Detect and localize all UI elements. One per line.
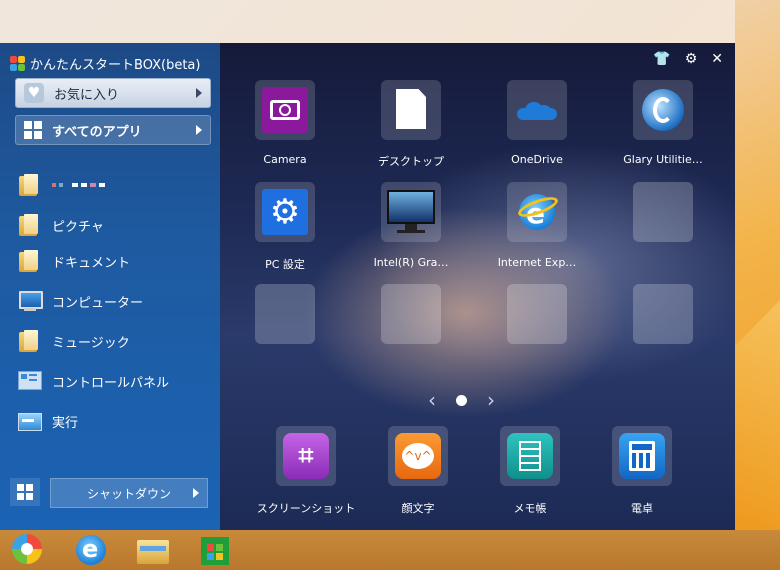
sidebar-item-computer[interactable]: コンピューター	[16, 287, 143, 315]
calculator-icon	[619, 433, 665, 479]
music-folder-icon	[16, 328, 42, 354]
empty-app-slot[interactable]	[381, 284, 441, 344]
dock-app-calculator[interactable]	[612, 426, 672, 486]
app-tile-desktop[interactable]	[381, 80, 441, 140]
cloud-icon	[517, 102, 557, 120]
app-label: Internet Exp…	[497, 256, 577, 269]
page-navigation: ‹ ›	[428, 388, 495, 412]
app-launcher-area: 👕 ⚙ ✕ Camera デスクトップ OneDrive Glary Utili…	[220, 43, 735, 530]
chevron-right-icon	[196, 125, 202, 135]
emoticon-icon: ^v^	[395, 433, 441, 479]
crop-icon: ⌗	[283, 433, 329, 479]
store-icon[interactable]	[198, 534, 232, 566]
empty-app-slot[interactable]	[633, 284, 693, 344]
all-apps-button[interactable]: すべてのアプリ	[15, 115, 211, 145]
close-icon[interactable]: ✕	[711, 51, 723, 67]
dock-app-emoticon[interactable]: ^v^	[388, 426, 448, 486]
grid-icon	[24, 121, 42, 139]
sidebar-item-label: ピクチャ	[52, 219, 104, 235]
next-page-icon[interactable]: ›	[487, 388, 495, 412]
sidebar-item-run[interactable]: 実行	[16, 407, 78, 435]
gear-icon: ⚙	[262, 189, 308, 235]
heart-icon: ♥	[24, 83, 44, 103]
app-title: かんたんスタートBOX(beta)	[30, 57, 201, 73]
shutdown-button[interactable]: シャットダウン	[50, 478, 208, 508]
sidebar-item-label: ミュージック	[52, 335, 130, 351]
user-name-blocks	[52, 183, 105, 187]
start-box-logo-icon	[10, 55, 25, 71]
sidebar-item-label: ドキュメント	[52, 255, 131, 271]
sidebar-item-pictures[interactable]: ピクチャ	[16, 211, 104, 239]
app-label: Intel(R) Gra…	[373, 256, 449, 269]
sidebar-item-documents[interactable]: ドキュメント	[16, 247, 130, 275]
app-tile-intel-graphics[interactable]	[381, 182, 441, 242]
document-icon	[396, 89, 426, 129]
app-label: PC 設定	[265, 258, 305, 271]
notepad-icon	[507, 433, 553, 479]
favorites-button[interactable]: ♥ お気に入り	[15, 78, 211, 108]
page-indicator-dot[interactable]	[456, 394, 467, 406]
dock-app-label: 電卓	[631, 502, 653, 515]
glary-utilities-icon	[642, 89, 684, 131]
pictures-folder-icon	[16, 212, 42, 238]
camera-icon	[262, 87, 308, 133]
sidebar-item-label: 実行	[52, 415, 79, 431]
sidebar: かんたんスタートBOX(beta) ♥ お気に入り すべてのアプリ ピクチャ ド…	[0, 43, 220, 530]
control-panel-icon	[16, 368, 42, 394]
app-label: OneDrive	[511, 153, 563, 166]
gear-icon[interactable]: ⚙	[685, 51, 698, 67]
user-folder-icon	[16, 172, 42, 198]
empty-app-slot[interactable]	[255, 284, 315, 344]
app-tile-glary-utilities[interactable]	[633, 80, 693, 140]
internet-explorer-icon: e	[515, 190, 561, 232]
sidebar-item-user[interactable]	[16, 171, 115, 199]
monitor-icon	[387, 190, 435, 234]
skin-shirt-icon[interactable]: 👕	[653, 51, 670, 67]
dock-app-notepad[interactable]	[500, 426, 560, 486]
computer-icon	[16, 288, 43, 314]
sidebar-item-label: コンピューター	[52, 295, 144, 311]
app-title-row: かんたんスタートBOX(beta)	[10, 53, 200, 73]
windows-logo-button[interactable]	[10, 478, 40, 506]
app-tile-internet-explorer[interactable]: e	[507, 182, 567, 242]
start-box-panel: かんたんスタートBOX(beta) ♥ お気に入り すべてのアプリ ピクチャ ド…	[0, 43, 735, 530]
chevron-right-icon	[193, 488, 199, 498]
app-tile-camera[interactable]	[255, 80, 315, 140]
app-tile-pc-settings[interactable]: ⚙	[255, 182, 315, 242]
internet-explorer-icon[interactable]: e	[74, 534, 108, 566]
file-explorer-icon[interactable]	[136, 534, 170, 566]
sidebar-item-label: コントロールパネル	[52, 375, 170, 391]
all-apps-label: すべてのアプリ	[52, 124, 142, 140]
app-label: Camera	[263, 153, 307, 166]
windows-logo-icon	[17, 484, 33, 500]
chevron-right-icon	[196, 88, 202, 98]
run-icon	[16, 408, 42, 434]
panel-toolbar: 👕 ⚙ ✕	[653, 51, 723, 67]
sidebar-item-music[interactable]: ミュージック	[16, 327, 130, 355]
taskbar: e	[0, 530, 780, 570]
previous-page-icon[interactable]: ‹	[428, 388, 436, 412]
dock-app-screenshot[interactable]: ⌗	[276, 426, 336, 486]
sidebar-item-control-panel[interactable]: コントロールパネル	[16, 367, 169, 395]
shutdown-label: シャットダウン	[86, 486, 171, 501]
empty-app-slot[interactable]	[633, 182, 693, 242]
app-label: デスクトップ	[378, 155, 444, 168]
app-tile-onedrive[interactable]	[507, 80, 567, 140]
empty-app-slot[interactable]	[507, 284, 567, 344]
start-box-icon[interactable]	[10, 534, 44, 566]
app-label: Glary Utilitie…	[623, 153, 703, 166]
favorites-label: お気に入り	[54, 87, 120, 103]
documents-folder-icon	[16, 248, 42, 274]
